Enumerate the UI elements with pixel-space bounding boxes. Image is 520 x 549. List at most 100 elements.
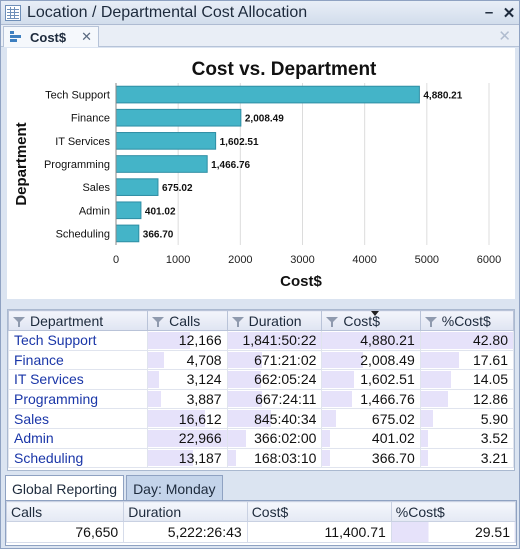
table-row[interactable]: Finance 4,708 671:21:02 2,008.49 17.61 [7,349,515,371]
bar-value-label: 1,466.76 [211,160,250,171]
cell-bar [148,390,162,408]
summary-cost-value: 11,400.71 [246,521,392,543]
column-header-pct-cost[interactable]: %Cost$ [419,310,515,331]
department-cell: Finance [7,349,149,371]
cell-value: 5.90 [480,410,508,427]
column-header-department[interactable]: Department [7,310,149,331]
cell-value: 17.61 [472,351,508,368]
bar-chart-icon [8,30,24,44]
calls-cell: 4,708 [147,349,228,371]
bar-value-label: 1,602.51 [220,137,259,148]
filter-funnel-icon[interactable] [231,316,244,327]
cost-cell: 401.02 [321,427,421,449]
duration-cell: 366:02:00 [226,427,323,449]
column-header-calls[interactable]: Calls [147,310,228,331]
cell-value: 845:40:34 [254,410,317,427]
table-row[interactable]: IT Services 3,124 662:05:24 1,602.51 14.05 [7,369,515,390]
bar[interactable] [115,178,159,196]
pct-cost-cell: 12.86 [419,388,515,410]
column-header-cost[interactable]: Cost$ [321,310,421,331]
cell-value: 13,187 [178,449,222,466]
cost-cell: 1,602.51 [321,369,421,390]
close-window-button[interactable]: ✕ [499,4,519,22]
bar[interactable] [115,224,140,243]
bar[interactable] [115,155,208,173]
table-row[interactable]: Programming 3,887 667:24:11 1,466.76 12.86 [7,388,515,410]
tab-cost[interactable]: Cost$ ✕ [3,26,99,47]
cell-value: 366.70 [371,449,415,466]
cell-value: 671:21:02 [254,351,317,368]
table-grid-icon [5,4,21,21]
close-tab-icon[interactable]: ✕ [81,29,92,45]
x-tick-label: 1000 [166,254,190,266]
department-cell: Scheduling [7,447,149,469]
duration-cell: 168:03:10 [226,447,323,469]
cell-bar [420,371,451,388]
filter-funnel-icon[interactable] [13,316,25,327]
department-cell: Tech Support [7,330,149,351]
calls-cell: 12,166 [147,330,228,351]
bar[interactable] [115,85,420,104]
x-tick-label: 6000 [477,254,501,266]
cell-value: 667:24:11 [255,391,317,408]
category-label: Programming [44,159,110,171]
summary-duration-value: 5,222:26:43 [123,521,248,543]
cell-value: 16,612 [178,410,222,427]
bar-value-label: 675.02 [162,183,193,194]
filter-funnel-icon[interactable] [326,316,339,327]
tab-bar: Cost$ ✕ ✕ [1,25,519,47]
department-cell: IT Services [7,369,149,390]
x-tick-label: 2000 [228,254,252,266]
close-panel-icon[interactable]: ✕ [498,27,511,45]
x-tick-label: 4000 [352,254,376,266]
table-row[interactable]: Sales 16,612 845:40:34 675.02 5.90 [7,408,515,429]
bar[interactable] [115,132,217,150]
cell-value: 42.80 [472,332,508,349]
cell-value: 1,466.76 [360,391,415,408]
summary-value-row: 76,650 5,222:26:43 11,400.71 29.51 [5,521,517,543]
tab-day-monday[interactable]: Day: Monday [126,475,223,501]
bar[interactable] [115,108,242,127]
summary-header-cost: Cost$ [246,501,392,522]
cell-bar [322,449,330,467]
x-tick-label: 0 [113,254,119,266]
cell-value: 1,841:50:22 [242,332,317,349]
tab-global-reporting[interactable]: Global Reporting [5,475,125,501]
x-tick-label: 3000 [290,254,314,266]
table-row[interactable]: Tech Support 12,166 1,841:50:22 4,880.21 42.… [7,330,515,351]
column-header-duration[interactable]: Duration [226,310,323,331]
filter-funnel-icon[interactable] [152,316,165,327]
duration-cell: 671:21:02 [226,349,323,371]
category-label: IT Services [55,136,110,148]
cell-bar [322,351,363,369]
minimize-button[interactable]: – [479,4,499,21]
filter-funnel-icon[interactable] [424,316,437,327]
calls-cell: 3,124 [147,369,228,390]
main-window: Location / Departmental Cost Allocation … [0,0,520,549]
x-axis-label: Cost$ [280,273,322,290]
cell-bar [148,371,159,388]
cell-value: 14.05 [472,371,508,388]
cell-bar [322,390,352,408]
calls-cell: 22,966 [147,427,228,449]
calls-cell: 13,187 [147,447,228,469]
sort-descending-icon [371,311,380,316]
cell-bar [420,351,459,369]
cell-value: 12,166 [178,332,222,349]
cell-bar [420,390,449,408]
pct-cost-cell: 14.05 [419,369,515,390]
bar-value-label: 366.70 [143,229,174,240]
bar[interactable] [115,201,142,220]
department-table: Department Calls Duration Cost$ %Cost$ T… [7,310,515,469]
cell-value: 22,966 [178,430,222,447]
summary-calls-value: 76,650 [5,521,125,543]
cost-cell: 1,466.76 [321,388,421,410]
table-row[interactable]: Scheduling 13,187 168:03:10 366.70 3.21 [7,447,515,469]
department-cell: Sales [7,408,149,429]
bar-value-label: 2,008.49 [245,114,284,125]
table-row[interactable]: Admin 22,966 366:02:00 401.02 3.52 [7,427,515,449]
cell-value: 4,880.21 [360,332,415,349]
x-tick-label: 5000 [415,254,439,266]
pct-cost-cell: 42.80 [419,330,515,351]
cell-value: 4,708 [186,351,222,368]
